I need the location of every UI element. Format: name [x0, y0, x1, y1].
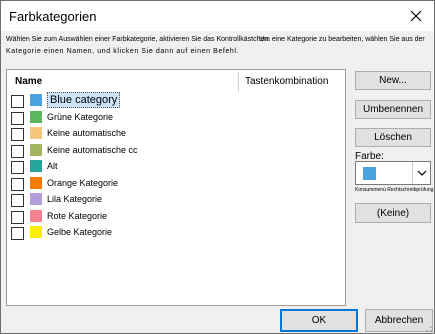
category-checkbox[interactable]: [11, 161, 24, 174]
category-row[interactable]: Keine automatische: [11, 127, 331, 143]
category-checkbox[interactable]: [11, 194, 24, 207]
dropdown-arrow[interactable]: [412, 162, 431, 184]
category-label[interactable]: Orange Kategorie: [47, 178, 118, 188]
category-label[interactable]: Gelbe Kategorie: [47, 227, 112, 237]
category-color-swatch: [30, 143, 42, 156]
category-color-swatch: [30, 193, 42, 205]
instruction-text-2: Um eine Kategorie zu bearbeiten, wählen …: [259, 36, 425, 43]
category-row[interactable]: Orange Kategorie: [11, 176, 331, 193]
category-label[interactable]: Lila Kategorie: [47, 194, 102, 204]
category-color-swatch: [30, 209, 42, 222]
delete-button[interactable]: Löschen: [355, 128, 431, 147]
cancel-button[interactable]: Abbrechen: [365, 309, 433, 332]
category-row[interactable]: Gelbe Kategorie: [11, 226, 331, 242]
category-color-swatch: [30, 94, 42, 106]
category-color-swatch: [30, 127, 42, 139]
close-button[interactable]: [403, 4, 429, 28]
category-label[interactable]: Alt: [47, 161, 58, 171]
dialog-title: Farbkategorien: [9, 9, 97, 24]
category-list[interactable]: Name Tastenkombination Blue category Grün…: [6, 69, 346, 306]
category-checkbox[interactable]: [11, 128, 24, 141]
category-checkbox[interactable]: [11, 227, 24, 240]
color-categories-dialog: Farbkategorien Wählen Sie zum Auswählen …: [0, 0, 435, 334]
shortcut-hint: Konsummenü Rechtschreibprüfung: [355, 187, 434, 193]
category-color-swatch: [30, 226, 42, 238]
category-checkbox[interactable]: [11, 177, 24, 191]
color-dropdown[interactable]: [355, 161, 431, 185]
category-checkbox[interactable]: [11, 210, 24, 224]
instruction-text-3: Kategorie einen Namen, und klicken Sie d…: [6, 48, 240, 55]
category-label[interactable]: Rote Kategorie: [47, 211, 107, 221]
category-label[interactable]: Keine automatische cc: [47, 145, 138, 155]
category-checkbox[interactable]: [11, 144, 24, 158]
category-row[interactable]: Blue category: [11, 92, 331, 110]
category-color-swatch: [30, 176, 42, 189]
category-label[interactable]: Grüne Kategorie: [47, 112, 113, 122]
rename-button[interactable]: Umbenennen: [355, 100, 431, 119]
category-row[interactable]: Lila Kategorie: [11, 193, 331, 209]
close-icon: [410, 10, 422, 22]
resize-grip-icon[interactable]: [425, 325, 433, 333]
category-label[interactable]: Keine automatische: [47, 128, 126, 138]
category-checkbox[interactable]: [11, 95, 24, 108]
category-checkbox[interactable]: [11, 111, 24, 125]
title-bar: Farbkategorien: [1, 1, 434, 31]
category-row[interactable]: Alt: [11, 160, 331, 176]
column-header-name[interactable]: Name: [15, 76, 42, 87]
none-button[interactable]: (Keine): [355, 203, 431, 223]
instruction-text-1: Wählen Sie zum Auswählen einer Farbkateg…: [6, 36, 271, 43]
chevron-down-icon: [417, 170, 427, 176]
category-label[interactable]: Blue category: [47, 92, 121, 108]
new-button[interactable]: New...: [355, 71, 431, 90]
category-row[interactable]: Rote Kategorie: [11, 209, 331, 226]
category-row[interactable]: Grüne Kategorie: [11, 110, 331, 127]
category-color-swatch: [30, 160, 42, 172]
column-divider[interactable]: [238, 72, 239, 92]
selected-color-swatch: [363, 167, 376, 180]
category-color-swatch: [30, 110, 42, 123]
ok-button[interactable]: OK: [280, 309, 358, 332]
column-header-shortcut[interactable]: Tastenkombination: [245, 76, 328, 87]
category-row[interactable]: Keine automatische cc: [11, 143, 331, 160]
